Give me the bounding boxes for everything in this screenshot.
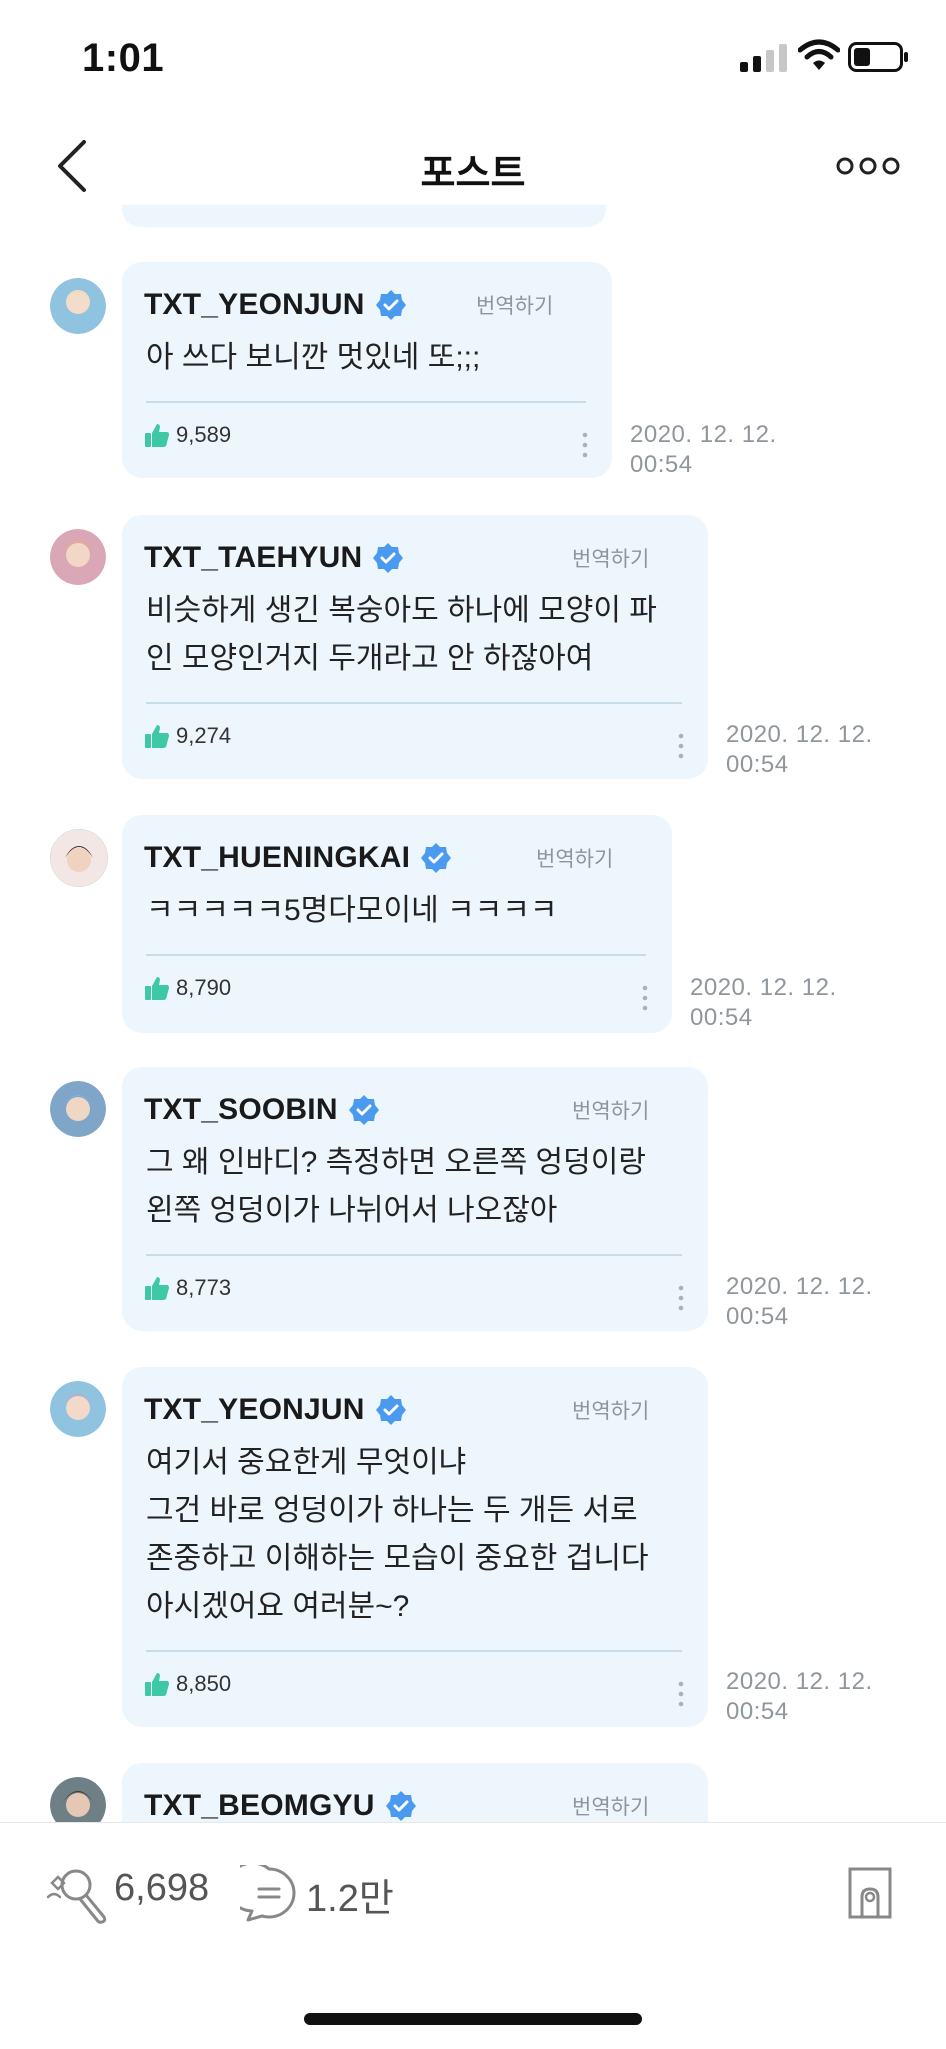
verified-badge-icon bbox=[421, 843, 452, 873]
like-button[interactable]: 8,790 bbox=[144, 975, 231, 1001]
divider bbox=[146, 1650, 682, 1652]
thumbs-up-icon bbox=[145, 1673, 169, 1696]
divider bbox=[146, 702, 682, 704]
translate-button[interactable]: 번역하기 bbox=[572, 1095, 649, 1125]
timestamp-time: 00:54 bbox=[726, 751, 789, 778]
verified-badge-icon bbox=[373, 543, 404, 573]
like-count: 8,773 bbox=[176, 1275, 232, 1300]
comment-bubble-icon[interactable] bbox=[240, 1865, 298, 1923]
username[interactable]: TXT_HUENINGKAI bbox=[144, 841, 452, 875]
timestamp-time: 00:54 bbox=[630, 451, 693, 478]
more-options-icon[interactable] bbox=[678, 1681, 684, 1707]
translate-button[interactable]: 번역하기 bbox=[536, 843, 613, 873]
timestamp-date: 2020. 12. 12. bbox=[690, 974, 837, 1001]
more-menu-icon[interactable] bbox=[836, 154, 900, 178]
comment-text: 여기서 중요한게 무엇이냐 그건 바로 엉덩이가 하나는 두 개든 서로 존중하… bbox=[146, 1446, 649, 1623]
comment-bubble: TXT_HUENINGKAI 번역하기 ㅋㅋㅋㅋㅋ5명다모이네 ㅋㅋㅋㅋ 8,7… bbox=[122, 815, 672, 1033]
bottom-action-bar: 6,698 1.2만 bbox=[0, 1822, 946, 2049]
home-indicator[interactable] bbox=[304, 2013, 642, 2025]
like-button[interactable]: 9,274 bbox=[144, 723, 231, 749]
timestamp-date: 2020. 12. 12. bbox=[726, 721, 873, 748]
thumbs-up-icon bbox=[145, 1277, 169, 1300]
translate-button[interactable]: 번역하기 bbox=[572, 1791, 649, 1821]
comment-text: ㅋㅋㅋㅋㅋ5명다모이네 ㅋㅋㅋㅋ bbox=[146, 894, 558, 927]
divider bbox=[146, 954, 646, 956]
bookmark-icon[interactable] bbox=[848, 1867, 892, 1919]
comments-feed[interactable]: TXT_YEONJUN 번역하기 아 쓰다 보니깐 멋있네 또;;; 9,589… bbox=[0, 0, 946, 1822]
timestamp: 2020. 12. 12. 00:54 bbox=[690, 973, 837, 1033]
comment-text: 그 왜 인바디? 측정하면 오른쪽 엉덩이랑 왼쪽 엉덩이가 나뉘어서 나오잖아 bbox=[146, 1146, 646, 1227]
divider bbox=[146, 1254, 682, 1256]
like-button[interactable]: 8,850 bbox=[144, 1671, 231, 1697]
translate-button[interactable]: 번역하기 bbox=[572, 1395, 649, 1425]
like-button[interactable]: 9,589 bbox=[144, 422, 231, 448]
timestamp-time: 00:54 bbox=[726, 1303, 789, 1330]
verified-badge-icon bbox=[375, 290, 406, 320]
username[interactable]: TXT_TAEHYUN bbox=[144, 541, 404, 575]
comment-bubble: TXT_BEOMGYU 번역하기 bbox=[122, 1763, 708, 1822]
avatar[interactable] bbox=[50, 1381, 106, 1437]
comment-bubble: TXT_YEONJUN 번역하기 아 쓰다 보니깐 멋있네 또;;; 9,589 bbox=[122, 262, 612, 478]
username[interactable]: TXT_YEONJUN bbox=[144, 288, 407, 322]
username[interactable]: TXT_SOOBIN bbox=[144, 1093, 380, 1127]
avatar[interactable] bbox=[50, 529, 106, 585]
nav-bar: 포스트 bbox=[0, 110, 946, 220]
like-button[interactable]: 8,773 bbox=[144, 1275, 231, 1301]
like-count: 8,850 bbox=[176, 1671, 232, 1696]
more-options-icon[interactable] bbox=[582, 432, 588, 458]
avatar[interactable] bbox=[50, 1081, 106, 1137]
comment-bubble: TXT_SOOBIN 번역하기 그 왜 인바디? 측정하면 오른쪽 엉덩이랑 왼… bbox=[122, 1067, 708, 1331]
more-options-icon[interactable] bbox=[678, 1285, 684, 1311]
timestamp-time: 00:54 bbox=[726, 1698, 789, 1725]
verified-badge-icon bbox=[348, 1095, 379, 1125]
avatar[interactable] bbox=[50, 1777, 106, 1822]
avatar[interactable] bbox=[50, 829, 108, 887]
reaction-count: 6,698 bbox=[114, 1867, 210, 1909]
like-count: 9,274 bbox=[176, 723, 232, 748]
comment-bubble: TXT_TAEHYUN 번역하기 비슷하게 생긴 복숭아도 하나에 모양이 파 … bbox=[122, 515, 708, 779]
timestamp-time: 00:54 bbox=[690, 1004, 753, 1031]
comment-count: 1.2만 bbox=[306, 1878, 394, 1920]
username[interactable]: TXT_BEOMGYU bbox=[144, 1789, 417, 1822]
comment-text: 아 쓰다 보니깐 멋있네 또;;; bbox=[146, 341, 481, 374]
translate-button[interactable]: 번역하기 bbox=[476, 290, 553, 320]
more-options-icon[interactable] bbox=[642, 985, 648, 1011]
timestamp: 2020. 12. 12. 00:54 bbox=[726, 720, 873, 780]
thumbs-up-icon bbox=[145, 977, 169, 1000]
verified-badge-icon bbox=[375, 1395, 406, 1425]
verified-badge-icon bbox=[385, 1791, 416, 1821]
timestamp-date: 2020. 12. 12. bbox=[630, 421, 777, 448]
translate-button[interactable]: 번역하기 bbox=[572, 543, 649, 573]
divider bbox=[146, 401, 586, 403]
thumbs-up-icon bbox=[145, 424, 169, 447]
comment-text: 비슷하게 생긴 복숭아도 하나에 모양이 파 인 모양인거지 두개라고 안 하잖… bbox=[146, 594, 657, 675]
reaction-wand-icon[interactable] bbox=[42, 1861, 110, 1925]
timestamp-date: 2020. 12. 12. bbox=[726, 1273, 873, 1300]
username[interactable]: TXT_YEONJUN bbox=[144, 1393, 407, 1427]
like-count: 8,790 bbox=[176, 975, 232, 1000]
timestamp: 2020. 12. 12. 00:54 bbox=[726, 1667, 873, 1727]
page-title: 포스트 bbox=[420, 153, 526, 195]
timestamp: 2020. 12. 12. 00:54 bbox=[726, 1272, 873, 1332]
thumbs-up-icon bbox=[145, 725, 169, 748]
timestamp: 2020. 12. 12. 00:54 bbox=[630, 420, 777, 480]
avatar[interactable] bbox=[50, 278, 106, 334]
more-options-icon[interactable] bbox=[678, 733, 684, 759]
like-count: 9,589 bbox=[176, 422, 232, 447]
comment-bubble: TXT_YEONJUN 번역하기 여기서 중요한게 무엇이냐 그건 바로 엉덩이… bbox=[122, 1367, 708, 1727]
timestamp-date: 2020. 12. 12. bbox=[726, 1668, 873, 1695]
